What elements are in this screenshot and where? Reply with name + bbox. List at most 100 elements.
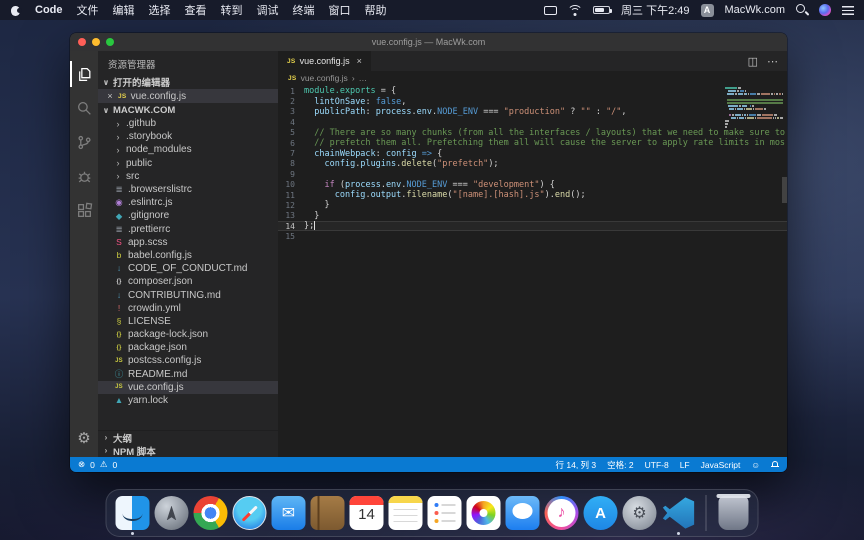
code-line[interactable]: 10 if (process.env.NODE_ENV === "develop…	[278, 180, 787, 190]
code-line[interactable]: 12 }	[278, 200, 787, 210]
code-line[interactable]: 13 }	[278, 211, 787, 221]
tree-folder[interactable]: ›src	[98, 170, 278, 183]
tree-file[interactable]: ↓CONTRIBUTING.md	[98, 288, 278, 301]
indentation[interactable]: 空格: 2	[607, 459, 633, 471]
tree-file[interactable]: ▲yarn.lock	[98, 394, 278, 407]
tree-file[interactable]: §LICENSE	[98, 315, 278, 328]
tree-folder[interactable]: ›.github	[98, 117, 278, 130]
minimap[interactable]	[725, 87, 783, 132]
code-line[interactable]: 14};	[278, 221, 787, 231]
errors-icon[interactable]: ⊗	[78, 459, 85, 470]
warnings-icon[interactable]: ⚠	[100, 459, 108, 470]
search-icon[interactable]	[70, 91, 98, 125]
outline-section[interactable]: › 大纲	[98, 431, 278, 444]
dock-safari-icon[interactable]	[233, 496, 267, 530]
dock-itunes-icon[interactable]: ♪	[545, 496, 579, 530]
tree-file[interactable]: Sapp.scss	[98, 236, 278, 249]
tree-file[interactable]: !crowdin.yml	[98, 302, 278, 315]
more-actions-icon[interactable]: ⋯	[767, 55, 778, 68]
zoom-window-button[interactable]	[106, 38, 114, 46]
code-line[interactable]: 11 config.output.filename("[name].[hash]…	[278, 190, 787, 200]
close-tab-icon[interactable]: ×	[357, 56, 362, 66]
dock-vscode-icon[interactable]	[662, 496, 696, 530]
feedback-smiley-icon[interactable]: ☺	[751, 460, 760, 470]
menu-item[interactable]: 选择	[149, 2, 171, 18]
tree-folder[interactable]: ›.storybook	[98, 130, 278, 143]
code-line[interactable]: 3 publicPath: process.env.NODE_ENV === "…	[278, 107, 787, 117]
cursor-position[interactable]: 行 14, 列 3	[556, 459, 597, 471]
code-editor[interactable]: 1module.exports = {2 lintOnSave: false,3…	[278, 85, 787, 457]
menu-item[interactable]: 文件	[77, 2, 99, 18]
workspace-section[interactable]: ∨ MACWK.COM	[98, 103, 278, 117]
open-editors-section[interactable]: ∨ 打开的编辑器	[98, 75, 278, 89]
tree-file[interactable]: {}package.json	[98, 341, 278, 354]
dock-calendar-icon[interactable]: 14	[350, 496, 384, 530]
code-line[interactable]: 6 // prefetch them all. Prefetching them…	[278, 138, 787, 148]
close-icon[interactable]: ×	[106, 91, 114, 101]
code-line[interactable]: 7 chainWebpack: config => {	[278, 148, 787, 158]
menu-item[interactable]: 转到	[221, 2, 243, 18]
menu-item[interactable]: 帮助	[365, 2, 387, 18]
source-control-icon[interactable]	[70, 125, 98, 159]
tree-file[interactable]: {}package-lock.json	[98, 328, 278, 341]
tree-file[interactable]: ◆.gitignore	[98, 209, 278, 222]
dock-notes-icon[interactable]	[389, 496, 423, 530]
tree-file[interactable]: bbabel.config.js	[98, 249, 278, 262]
language-mode[interactable]: JavaScript	[701, 460, 741, 470]
code-line[interactable]: 5 // There are so many chunks (from all …	[278, 128, 787, 138]
notification-center-icon[interactable]	[842, 6, 854, 15]
menubar-brand[interactable]: MacWk.com	[725, 4, 786, 16]
dock-finder-icon[interactable]	[116, 496, 150, 530]
tree-file[interactable]: ◉.eslintrc.js	[98, 196, 278, 209]
debug-icon[interactable]	[70, 159, 98, 193]
tree-folder[interactable]: ›public	[98, 157, 278, 170]
dock-chrome-icon[interactable]	[194, 496, 228, 530]
tree-file[interactable]: ≣.prettierrc	[98, 223, 278, 236]
tree-file[interactable]: JSvue.config.js	[98, 381, 278, 394]
scrollbar-thumb[interactable]	[782, 177, 787, 203]
explorer-icon[interactable]	[70, 57, 98, 91]
close-window-button[interactable]	[78, 38, 86, 46]
settings-gear-icon[interactable]: ⚙	[70, 423, 98, 453]
menu-item[interactable]: 窗口	[329, 2, 351, 18]
tree-file[interactable]: {}composer.json	[98, 275, 278, 288]
npm-scripts-section[interactable]: › NPM 脚本	[98, 444, 278, 457]
apple-menu-icon[interactable]	[10, 4, 21, 16]
menu-item[interactable]: 查看	[185, 2, 207, 18]
code-line[interactable]: 1module.exports = {	[278, 86, 787, 96]
encoding[interactable]: UTF-8	[645, 460, 669, 470]
code-line[interactable]: 9	[278, 169, 787, 179]
breadcrumb-more[interactable]: …	[359, 73, 368, 83]
code-line[interactable]: 15	[278, 231, 787, 241]
display-icon[interactable]	[544, 6, 557, 15]
menu-item[interactable]: 编辑	[113, 2, 135, 18]
dock-appstore-icon[interactable]: A	[584, 496, 618, 530]
dock-photos-icon[interactable]	[467, 496, 501, 530]
menu-item[interactable]: 终端	[293, 2, 315, 18]
breadcrumb-file[interactable]: vue.config.js	[301, 73, 348, 83]
extensions-icon[interactable]	[70, 193, 98, 227]
breadcrumb[interactable]: JS vue.config.js › …	[278, 71, 787, 85]
errors-count[interactable]: 0	[90, 460, 95, 470]
menu-item[interactable]: 调试	[257, 2, 279, 18]
tree-folder[interactable]: ›node_modules	[98, 143, 278, 156]
menu-clock[interactable]: 周三 下午2:49	[621, 2, 689, 18]
window-titlebar[interactable]: vue.config.js — MacWk.com	[70, 33, 787, 51]
app-menu[interactable]: Code	[35, 4, 63, 16]
wifi-icon[interactable]	[568, 5, 582, 16]
dock-contacts-icon[interactable]	[311, 496, 345, 530]
input-method-icon[interactable]: A	[701, 4, 714, 17]
code-line[interactable]: 2 lintOnSave: false,	[278, 96, 787, 106]
battery-icon[interactable]	[593, 6, 610, 14]
dock-trash-icon[interactable]	[719, 496, 749, 530]
warnings-count[interactable]: 0	[112, 460, 117, 470]
tree-file[interactable]: JSpostcss.config.js	[98, 354, 278, 367]
siri-icon[interactable]	[819, 4, 831, 16]
split-editor-icon[interactable]: ◫	[748, 55, 758, 68]
open-editor-item[interactable]: × JS vue.config.js	[98, 89, 278, 103]
dock-settings-icon[interactable]: ⚙	[623, 496, 657, 530]
tree-file[interactable]: ↓CODE_OF_CONDUCT.md	[98, 262, 278, 275]
tab-vue-config[interactable]: JS vue.config.js ×	[278, 51, 371, 71]
tree-file[interactable]: ⓘREADME.md	[98, 368, 278, 381]
dock-reminders-icon[interactable]	[428, 496, 462, 530]
